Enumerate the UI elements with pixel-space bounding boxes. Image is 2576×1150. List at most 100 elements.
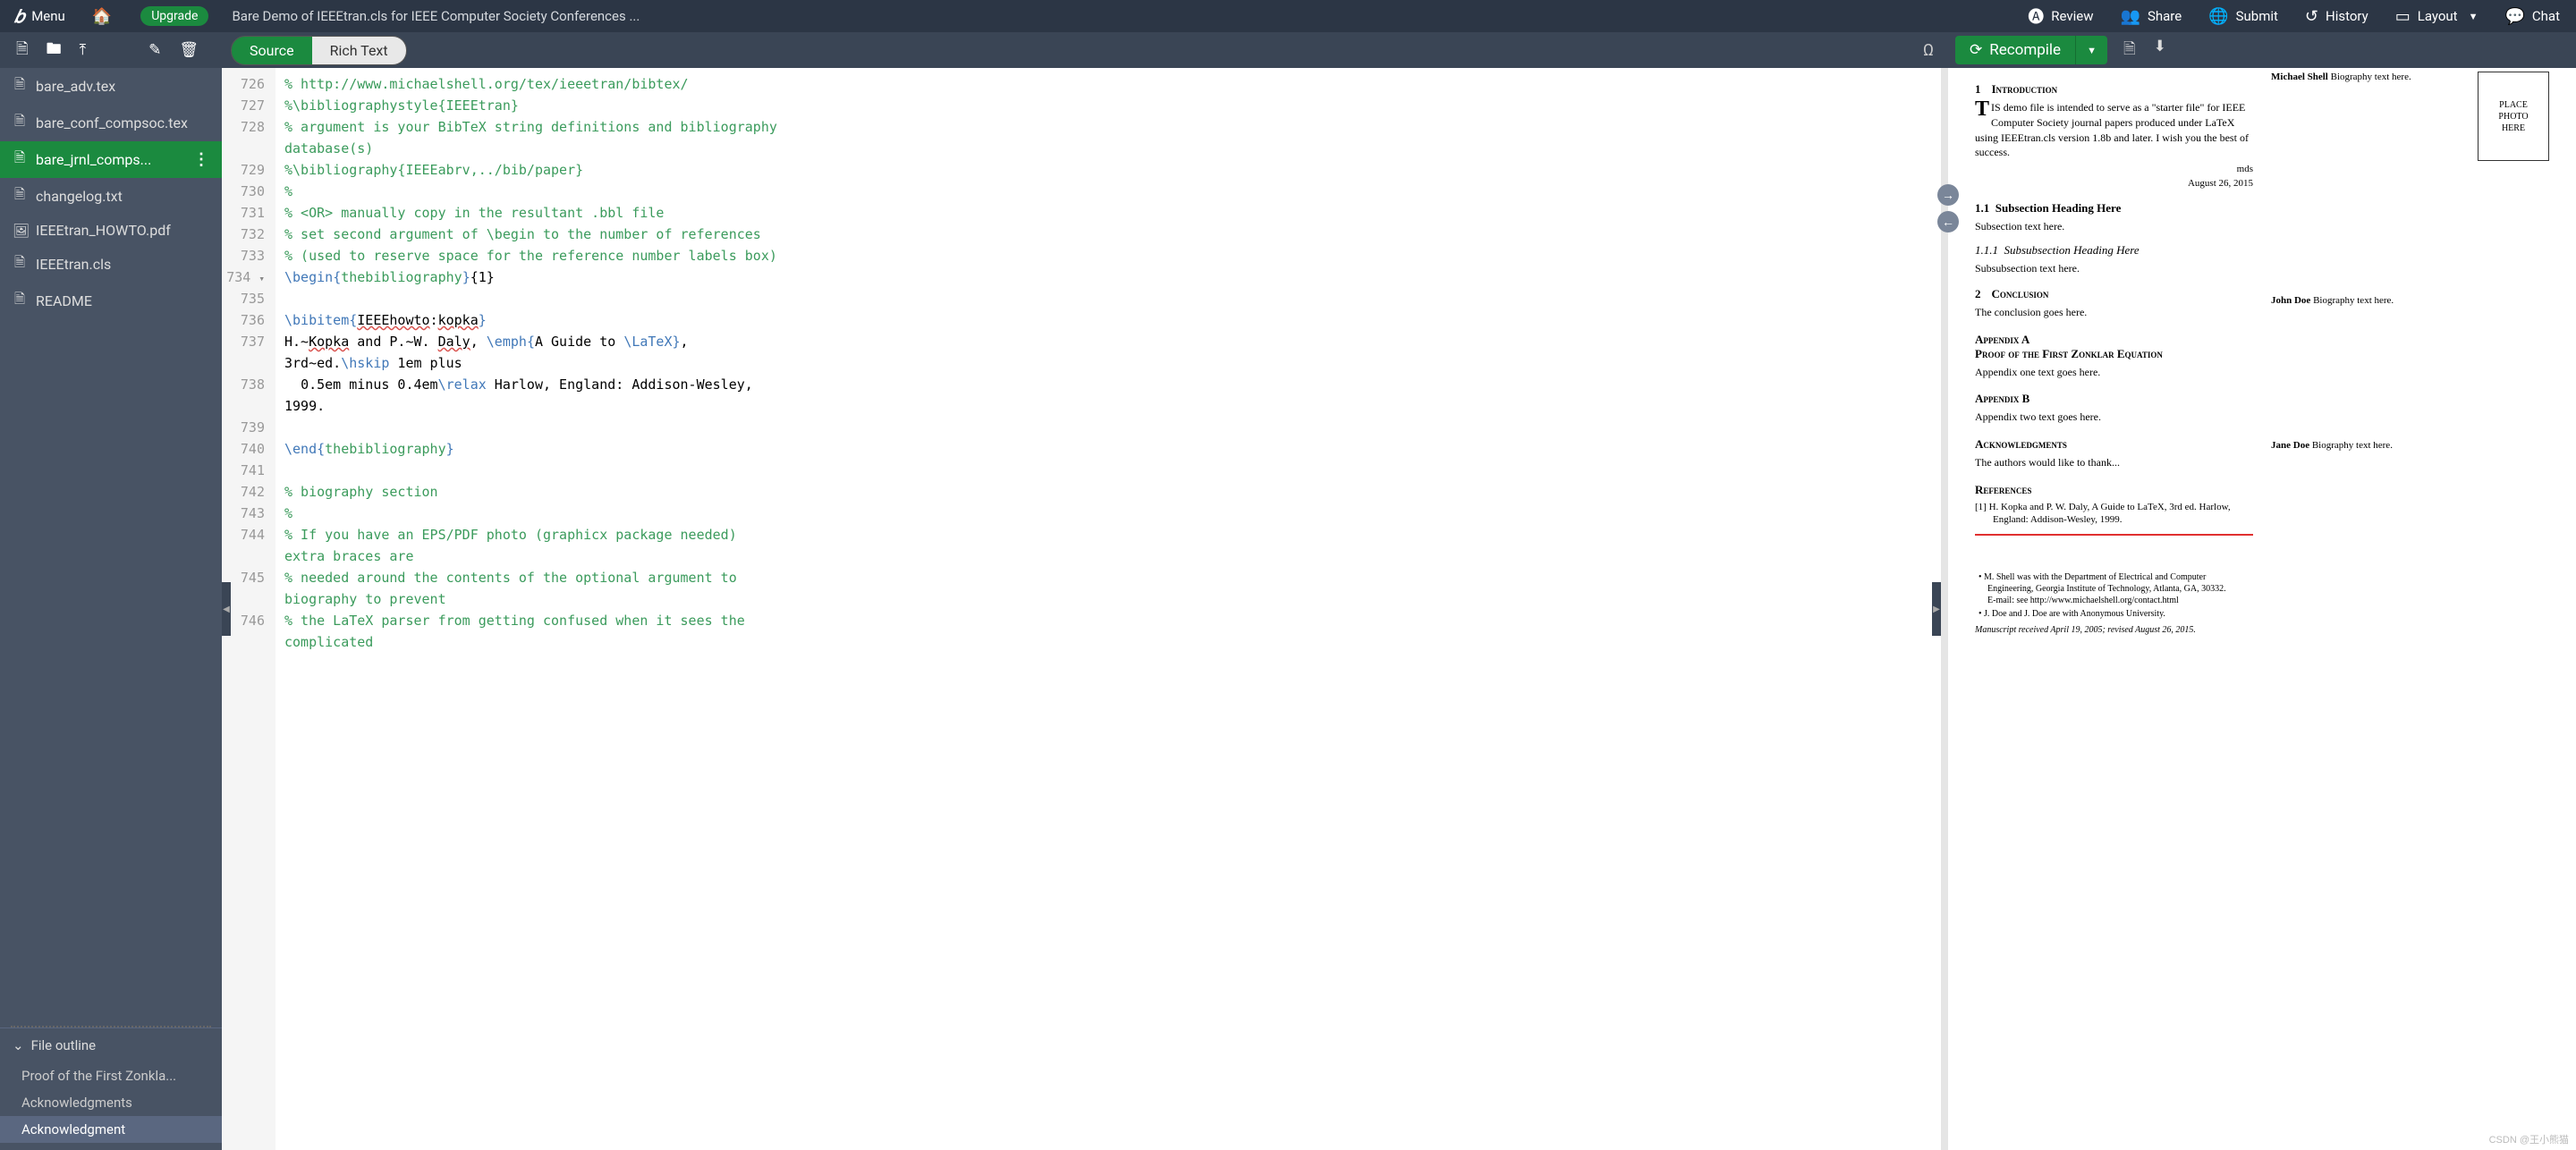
highlight-underline xyxy=(1975,532,2253,536)
share-button[interactable]: 👥Share xyxy=(2108,0,2195,32)
code-line: % <OR> manually copy in the resultant .b… xyxy=(284,202,1941,224)
file-item[interactable]: 🗎README xyxy=(0,283,222,319)
code-line: % argument is your BibTeX string definit… xyxy=(284,116,1941,138)
file-icon: 🖼 xyxy=(13,223,27,239)
file-name: IEEEtran.cls xyxy=(36,256,209,273)
code-line: % biography section xyxy=(284,481,1941,503)
file-item[interactable]: 🗎 bare_adv.tex xyxy=(0,68,222,105)
code-line: database(s) xyxy=(284,138,1941,159)
line-number: 727 xyxy=(222,95,265,116)
rename-button[interactable]: ✎ xyxy=(140,36,170,64)
outline-title: File outline xyxy=(31,1037,97,1053)
bio-2: John Doe Biography text here. xyxy=(2271,295,2549,306)
code-line: % http://www.michaelshell.org/tex/ieeetr… xyxy=(284,73,1941,95)
outline-header[interactable]: ⌄ File outline xyxy=(0,1027,222,1062)
code-line: %\bibliographystyle{IEEEtran} xyxy=(284,95,1941,116)
review-button[interactable]: 🅐Review xyxy=(2015,0,2106,32)
intro-body: IS demo file is intended to serve as a "… xyxy=(1975,101,2249,158)
pdf-page: 1Introduction TIS demo file is intended … xyxy=(1948,68,2576,1150)
code-area[interactable]: % http://www.michaelshell.org/tex/ieeetr… xyxy=(275,68,1941,1150)
sync-pdf-to-code-button[interactable]: ← xyxy=(1937,211,1959,233)
file-icon: 🗎 xyxy=(13,112,27,134)
recompile-button[interactable]: ⟳ Recompile xyxy=(1955,36,2076,64)
footnote: • M. Shell was with the Department of El… xyxy=(1975,571,2253,606)
line-number: 742 xyxy=(222,481,265,503)
file-icon: 🗎 xyxy=(13,253,27,275)
symbol-palette-button[interactable]: Ω xyxy=(1923,41,1934,60)
code-line: %\bibliography{IEEEabrv,../bib/paper} xyxy=(284,159,1941,181)
line-number: 731 xyxy=(222,202,265,224)
code-line: 1999. xyxy=(284,395,1941,417)
code-editor[interactable]: ◀ 726727728729730731732733734 ▾735736737… xyxy=(222,68,1941,1150)
author-short: mds xyxy=(1975,164,2253,174)
richtext-tab[interactable]: Rich Text xyxy=(312,37,406,64)
chat-button[interactable]: 💬Chat xyxy=(2492,0,2572,32)
file-item[interactable]: 🗎 bare_jrnl_comps... ⋮ xyxy=(0,141,222,178)
logs-button[interactable]: 🗎 xyxy=(2116,32,2143,69)
code-line xyxy=(284,460,1941,481)
file-menu-button[interactable]: ⋮ xyxy=(193,150,209,169)
source-tab[interactable]: Source xyxy=(232,37,312,64)
upload-button[interactable]: ⤒ xyxy=(71,36,96,64)
line-number: 743 xyxy=(222,503,265,524)
line-number: 726 xyxy=(222,73,265,95)
globe-icon: 🌐 xyxy=(2208,7,2228,26)
file-icon: 🗎 xyxy=(13,75,27,97)
layout-button[interactable]: ▭Layout▼ xyxy=(2383,0,2491,32)
new-folder-button[interactable]: 🖿 xyxy=(38,32,71,69)
topbar: 𝑏 Menu 🏠 Upgrade Bare Demo of IEEEtran.c… xyxy=(0,0,2576,32)
recompile-button-group: ⟳ Recompile ▼ xyxy=(1955,36,2107,64)
code-line: % needed around the contents of the opti… xyxy=(284,567,1941,588)
review-icon: 🅐 xyxy=(2028,4,2044,28)
line-number xyxy=(222,138,265,159)
code-line: % (used to reserve space for the referen… xyxy=(284,245,1941,266)
recompile-dropdown[interactable]: ▼ xyxy=(2076,36,2107,64)
history-button[interactable]: ↺History xyxy=(2292,0,2381,32)
home-button[interactable]: 🏠 xyxy=(80,0,124,32)
collapse-sidebar-button[interactable]: ◀ xyxy=(222,582,231,636)
bio-1: PLACEPHOTOHERE Michael Shell Biography t… xyxy=(2271,72,2549,82)
file-name: IEEEtran_HOWTO.pdf xyxy=(36,222,209,239)
file-name: bare_jrnl_comps... xyxy=(36,151,184,168)
project-title[interactable]: Bare Demo of IEEEtran.cls for IEEE Compu… xyxy=(232,8,640,24)
file-item[interactable]: 🗎changelog.txt xyxy=(0,178,222,215)
line-number: 735 xyxy=(222,288,265,309)
line-number: 744 xyxy=(222,524,265,545)
sync-code-to-pdf-button[interactable]: → xyxy=(1937,184,1959,206)
file-icon: 🗎 xyxy=(13,148,27,171)
delete-button[interactable]: 🗑 xyxy=(170,36,208,64)
outline-item[interactable]: Acknowledgments xyxy=(0,1089,222,1116)
outline-item[interactable]: Proof of the First Zonkla... xyxy=(0,1062,222,1089)
file-name: bare_adv.tex xyxy=(36,78,209,95)
refresh-icon: ⟳ xyxy=(1970,41,1982,59)
section-number: 1 xyxy=(1975,82,1981,96)
topbar-left: 𝑏 Menu 🏠 Upgrade Bare Demo of IEEEtran.c… xyxy=(4,0,640,32)
pane-splitter[interactable]: → ← xyxy=(1941,68,1948,1150)
download-pdf-button[interactable]: ⬇ xyxy=(2147,32,2174,69)
chevron-down-icon: ▼ xyxy=(2087,45,2097,56)
upgrade-button[interactable]: Upgrade xyxy=(128,0,221,32)
file-item[interactable]: 🖼 IEEEtran_HOWTO.pdf xyxy=(0,215,222,246)
sidebar: 🗎bare_adv.tex🗎bare_conf_compsoc.tex🗎bare… xyxy=(0,68,222,1150)
collapse-preview-button[interactable]: ▶ xyxy=(1932,582,1941,636)
file-icon: 🗎 xyxy=(13,290,27,312)
pdf-preview[interactable]: 1Introduction TIS demo file is intended … xyxy=(1948,68,2576,1150)
editor-toolbar: Source Rich Text Ω xyxy=(222,36,1948,65)
watermark: CSDN @王小熊猫 xyxy=(2489,1132,2569,1146)
code-line: % the LaTeX parser from getting confused… xyxy=(284,610,1941,631)
line-number: 738 xyxy=(222,374,265,395)
share-icon: 👥 xyxy=(2121,7,2140,26)
outline-item[interactable]: Acknowledgment xyxy=(0,1116,222,1143)
section-name: Introduction xyxy=(1992,82,2058,96)
menu-button[interactable]: 𝑏 Menu xyxy=(4,0,76,32)
submit-button[interactable]: 🌐Submit xyxy=(2196,0,2291,32)
chevron-down-icon: ⌄ xyxy=(13,1037,24,1053)
photo-placeholder: PLACEPHOTOHERE xyxy=(2478,72,2549,161)
file-item[interactable]: 🗎 IEEEtran.cls xyxy=(0,246,222,283)
file-item[interactable]: 🗎bare_conf_compsoc.tex xyxy=(0,105,222,141)
new-file-button[interactable]: 🗎 xyxy=(7,32,38,69)
topbar-right: 🅐Review 👥Share 🌐Submit ↺History ▭Layout▼… xyxy=(2015,0,2572,32)
toolbar: 🗎 🖿 ⤒ ✎ 🗑 Source Rich Text Ω ⟳ Recompile… xyxy=(0,32,2576,68)
logo-icon: 𝑏 xyxy=(14,5,24,27)
line-number xyxy=(222,545,265,567)
